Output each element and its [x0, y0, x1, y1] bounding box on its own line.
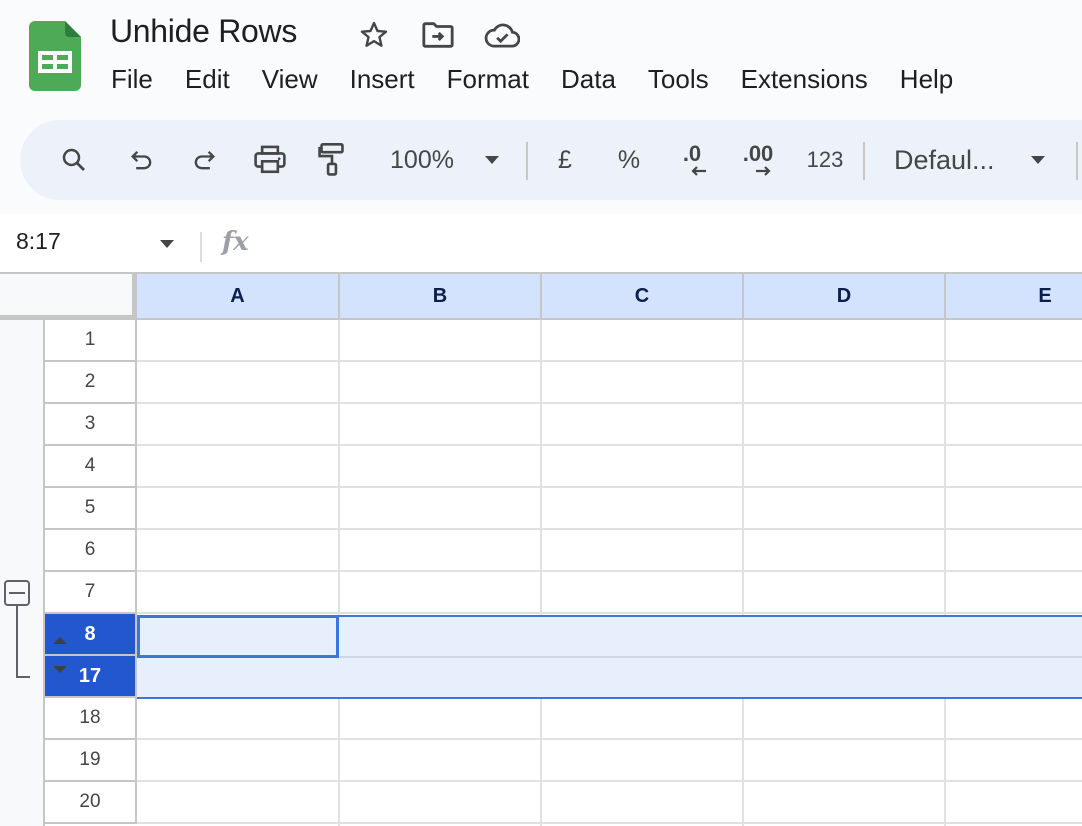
menu-bar: File Edit View Insert Format Data Tools … — [100, 62, 974, 97]
sheets-logo-icon[interactable] — [29, 21, 81, 91]
column-divider — [944, 320, 946, 826]
row-header-8[interactable]: 8 — [45, 614, 137, 656]
row-divider — [137, 822, 1082, 824]
toolbar-separator — [1076, 142, 1078, 180]
fx-icon: fx — [222, 227, 249, 257]
column-header-e[interactable]: E — [946, 272, 1082, 320]
currency-format-button[interactable]: £ — [550, 120, 580, 200]
row-header-2[interactable]: 2 — [45, 362, 137, 404]
column-header-d[interactable]: D — [744, 272, 946, 320]
column-divider — [540, 320, 542, 826]
title-bar: Unhide Rows File Edit View Insert Format… — [0, 0, 1082, 110]
menu-edit[interactable]: Edit — [174, 62, 241, 97]
menu-view[interactable]: View — [251, 62, 329, 97]
menu-data[interactable]: Data — [550, 62, 627, 97]
row-header-3[interactable]: 3 — [45, 404, 137, 446]
select-all-corner[interactable] — [45, 272, 137, 320]
menu-file[interactable]: File — [100, 62, 164, 97]
name-box-dropdown-icon[interactable] — [159, 239, 175, 249]
row-group-gutter — [0, 272, 45, 826]
undo-icon[interactable] — [124, 120, 160, 200]
row-divider — [137, 360, 1082, 362]
arrow-right-icon — [756, 166, 771, 176]
font-dropdown-icon[interactable] — [1028, 120, 1048, 200]
move-to-folder-icon[interactable] — [420, 18, 456, 52]
spreadsheet-grid[interactable]: A B C D E 1 2 3 4 5 6 7 8 17 18 19 20 — [0, 272, 1082, 826]
menu-help[interactable]: Help — [889, 62, 964, 97]
row-header-5[interactable]: 5 — [45, 488, 137, 530]
row-divider — [137, 528, 1082, 530]
unhide-rows-down-arrow-icon[interactable] — [53, 666, 67, 673]
search-icon[interactable] — [56, 120, 92, 200]
toolbar-separator — [863, 142, 865, 180]
row-header-6[interactable]: 6 — [45, 530, 137, 572]
active-cell-a8[interactable] — [137, 615, 339, 658]
font-select[interactable]: Defaul... — [894, 120, 1004, 200]
toolbar-separator — [526, 142, 528, 180]
row-divider — [137, 444, 1082, 446]
row-divider — [137, 738, 1082, 740]
row-divider — [137, 780, 1082, 782]
minus-icon — [9, 592, 25, 594]
menu-tools[interactable]: Tools — [637, 62, 720, 97]
row-header-7[interactable]: 7 — [45, 572, 137, 614]
group-bracket-line — [16, 606, 18, 678]
document-title[interactable]: Unhide Rows — [110, 13, 297, 50]
menu-format[interactable]: Format — [436, 62, 540, 97]
row-header-17[interactable]: 17 — [45, 656, 137, 698]
row-divider — [137, 402, 1082, 404]
row-header-19[interactable]: 19 — [45, 740, 137, 782]
decrease-decimal-label: .0 — [682, 141, 702, 166]
row-header-4[interactable]: 4 — [45, 446, 137, 488]
row-divider — [137, 612, 1082, 614]
paint-format-icon[interactable] — [314, 120, 350, 200]
arrow-left-icon — [691, 166, 706, 176]
increase-decimal-label: .00 — [742, 141, 774, 166]
title-actions — [356, 18, 520, 52]
decrease-decimal-button[interactable]: .0 — [672, 120, 712, 200]
unhide-rows-up-arrow-icon[interactable] — [53, 637, 67, 644]
formula-separator — [200, 232, 202, 262]
print-icon[interactable] — [250, 120, 290, 200]
column-header-a[interactable]: A — [137, 272, 340, 320]
row-divider — [137, 486, 1082, 488]
redo-icon[interactable] — [186, 120, 222, 200]
column-divider — [742, 320, 744, 826]
menu-extensions[interactable]: Extensions — [730, 62, 879, 97]
zoom-select[interactable]: 100% — [382, 120, 462, 200]
row-divider — [137, 570, 1082, 572]
menu-insert[interactable]: Insert — [339, 62, 426, 97]
name-box[interactable]: 8:17 — [16, 228, 61, 255]
row-header-18[interactable]: 18 — [45, 698, 137, 740]
collapse-group-button[interactable] — [4, 580, 30, 606]
toolbar: 100% £ % .0 .00 123 Defaul... — [20, 120, 1082, 200]
column-divider — [338, 320, 340, 826]
column-header-b[interactable]: B — [340, 272, 542, 320]
zoom-dropdown-icon[interactable] — [482, 120, 502, 200]
percent-format-button[interactable]: % — [614, 120, 644, 200]
column-header-c[interactable]: C — [542, 272, 744, 320]
row-header-20[interactable]: 20 — [45, 782, 137, 824]
cloud-saved-icon[interactable] — [484, 18, 520, 52]
more-formats-button[interactable]: 123 — [800, 120, 850, 200]
gutter-corner — [0, 272, 47, 320]
star-icon[interactable] — [356, 18, 392, 52]
increase-decimal-button[interactable]: .00 — [736, 120, 780, 200]
row-header-1[interactable]: 1 — [45, 320, 137, 362]
group-bracket-end — [16, 676, 30, 678]
